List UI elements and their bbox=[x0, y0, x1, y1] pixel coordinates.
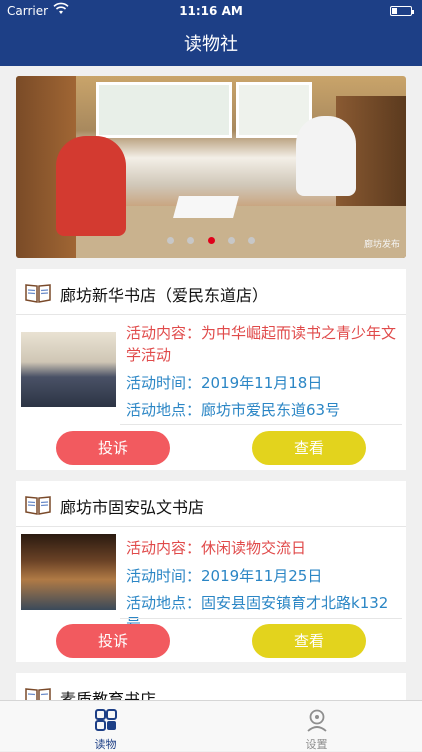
store-photo[interactable] bbox=[21, 534, 116, 610]
store-card: 廊坊市固安弘文书店 活动内容：休闲读物交流日 活动时间：2019年11月25日 … bbox=[16, 481, 406, 662]
store-card: 廊坊新华书店（爱民东道店） 活动内容：为中华崛起而读书之青少年文学活动 活动时间… bbox=[16, 269, 406, 470]
activity-time: 活动时间：2019年11月25日 bbox=[126, 567, 323, 585]
book-icon bbox=[25, 688, 51, 700]
tab-bar: 读物 设置 bbox=[0, 700, 422, 751]
store-card-header: 素质教育书店 bbox=[16, 673, 406, 700]
carousel-dot[interactable] bbox=[187, 237, 195, 244]
book-icon bbox=[25, 496, 51, 515]
status-time: 11:16 AM bbox=[179, 4, 243, 18]
carousel-dot[interactable] bbox=[227, 237, 235, 244]
divider bbox=[120, 424, 402, 425]
view-button[interactable]: 查看 bbox=[252, 624, 366, 658]
complain-button[interactable]: 投诉 bbox=[56, 624, 170, 658]
activity-content: 活动内容：为中华崛起而读书之青少年文学活动 bbox=[126, 324, 397, 364]
tab-reading[interactable]: 读物 bbox=[0, 701, 211, 751]
carousel-dot-active[interactable] bbox=[207, 237, 215, 244]
store-card-header: 廊坊市固安弘文书店 bbox=[16, 481, 406, 527]
store-name: 素质教育书店 bbox=[60, 690, 157, 700]
tab-settings[interactable]: 设置 bbox=[211, 701, 422, 751]
store-card-header: 廊坊新华书店（爱民东道店） bbox=[16, 269, 406, 315]
activity-time: 活动时间：2019年11月18日 bbox=[126, 374, 323, 392]
status-bar: Carrier 11:16 AM bbox=[0, 0, 422, 22]
banner-credit: 廊坊发布 bbox=[363, 240, 400, 250]
activity-content: 活动内容：休闲读物交流日 bbox=[126, 539, 307, 557]
banner-photo-window bbox=[96, 82, 232, 138]
store-info: 活动内容：休闲读物交流日 活动时间：2019年11月25日 活动地点：固安县固安… bbox=[126, 537, 398, 634]
carousel-dot[interactable] bbox=[247, 237, 255, 244]
divider bbox=[120, 618, 402, 619]
store-name: 廊坊新华书店（爱民东道店） bbox=[60, 286, 269, 305]
store-card: 素质教育书店 bbox=[16, 673, 406, 700]
complain-button[interactable]: 投诉 bbox=[56, 431, 170, 465]
store-photo[interactable] bbox=[21, 332, 116, 407]
page-title: 读物社 bbox=[184, 34, 238, 55]
book-icon bbox=[25, 284, 51, 303]
carousel-dots[interactable] bbox=[16, 229, 406, 248]
view-button[interactable]: 查看 bbox=[252, 431, 366, 465]
store-name: 廊坊市固安弘文书店 bbox=[60, 498, 205, 517]
banner-photo-reader-2 bbox=[296, 116, 356, 196]
carousel-dot[interactable] bbox=[167, 237, 175, 244]
store-info: 活动内容：为中华崛起而读书之青少年文学活动 活动时间：2019年11月18日 活… bbox=[126, 322, 398, 420]
banner-photo-reader bbox=[56, 136, 126, 236]
banner-photo-paper bbox=[173, 196, 239, 218]
battery-icon bbox=[390, 6, 414, 16]
nav-header: Carrier 11:16 AM 读物社 bbox=[0, 0, 422, 66]
banner-carousel[interactable]: 廊坊发布 bbox=[16, 76, 406, 258]
grid-icon bbox=[95, 709, 117, 731]
settings-icon bbox=[307, 709, 327, 732]
activity-location: 活动地点：廊坊市爱民东道63号 bbox=[126, 401, 341, 419]
